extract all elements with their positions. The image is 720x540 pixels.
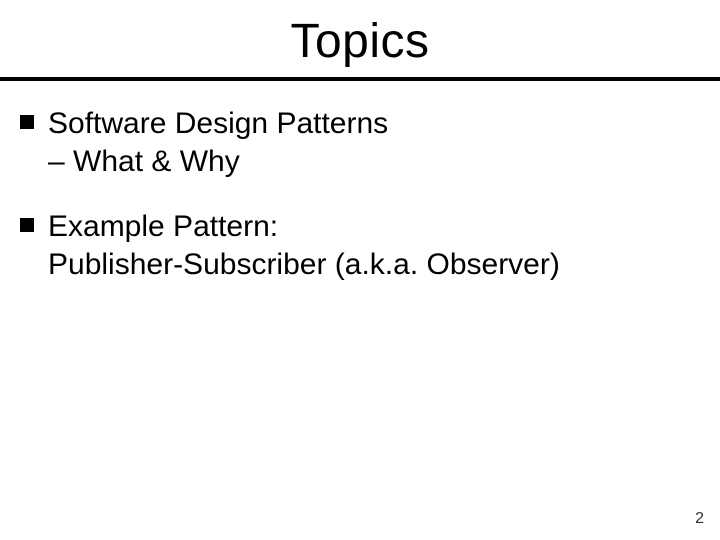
page-number: 2: [695, 510, 704, 528]
bullet-item: Example Pattern: Publisher-Subscriber (a…: [20, 208, 700, 283]
slide: Topics Software Design Patterns – What &…: [0, 0, 720, 540]
bullet-text: Example Pattern: Publisher-Subscriber (a…: [48, 208, 560, 283]
square-bullet-icon: [20, 218, 34, 232]
bullet-line: Software Design Patterns: [48, 105, 388, 143]
square-bullet-icon: [20, 115, 34, 129]
bullet-subline: Publisher-Subscriber (a.k.a. Observer): [48, 246, 560, 284]
slide-title: Topics: [0, 0, 720, 77]
bullet-line: Example Pattern:: [48, 208, 560, 246]
bullet-text: Software Design Patterns – What & Why: [48, 105, 388, 180]
bullet-item: Software Design Patterns – What & Why: [20, 105, 700, 180]
bullet-subline: – What & Why: [48, 143, 388, 181]
slide-content: Software Design Patterns – What & Why Ex…: [0, 81, 720, 283]
